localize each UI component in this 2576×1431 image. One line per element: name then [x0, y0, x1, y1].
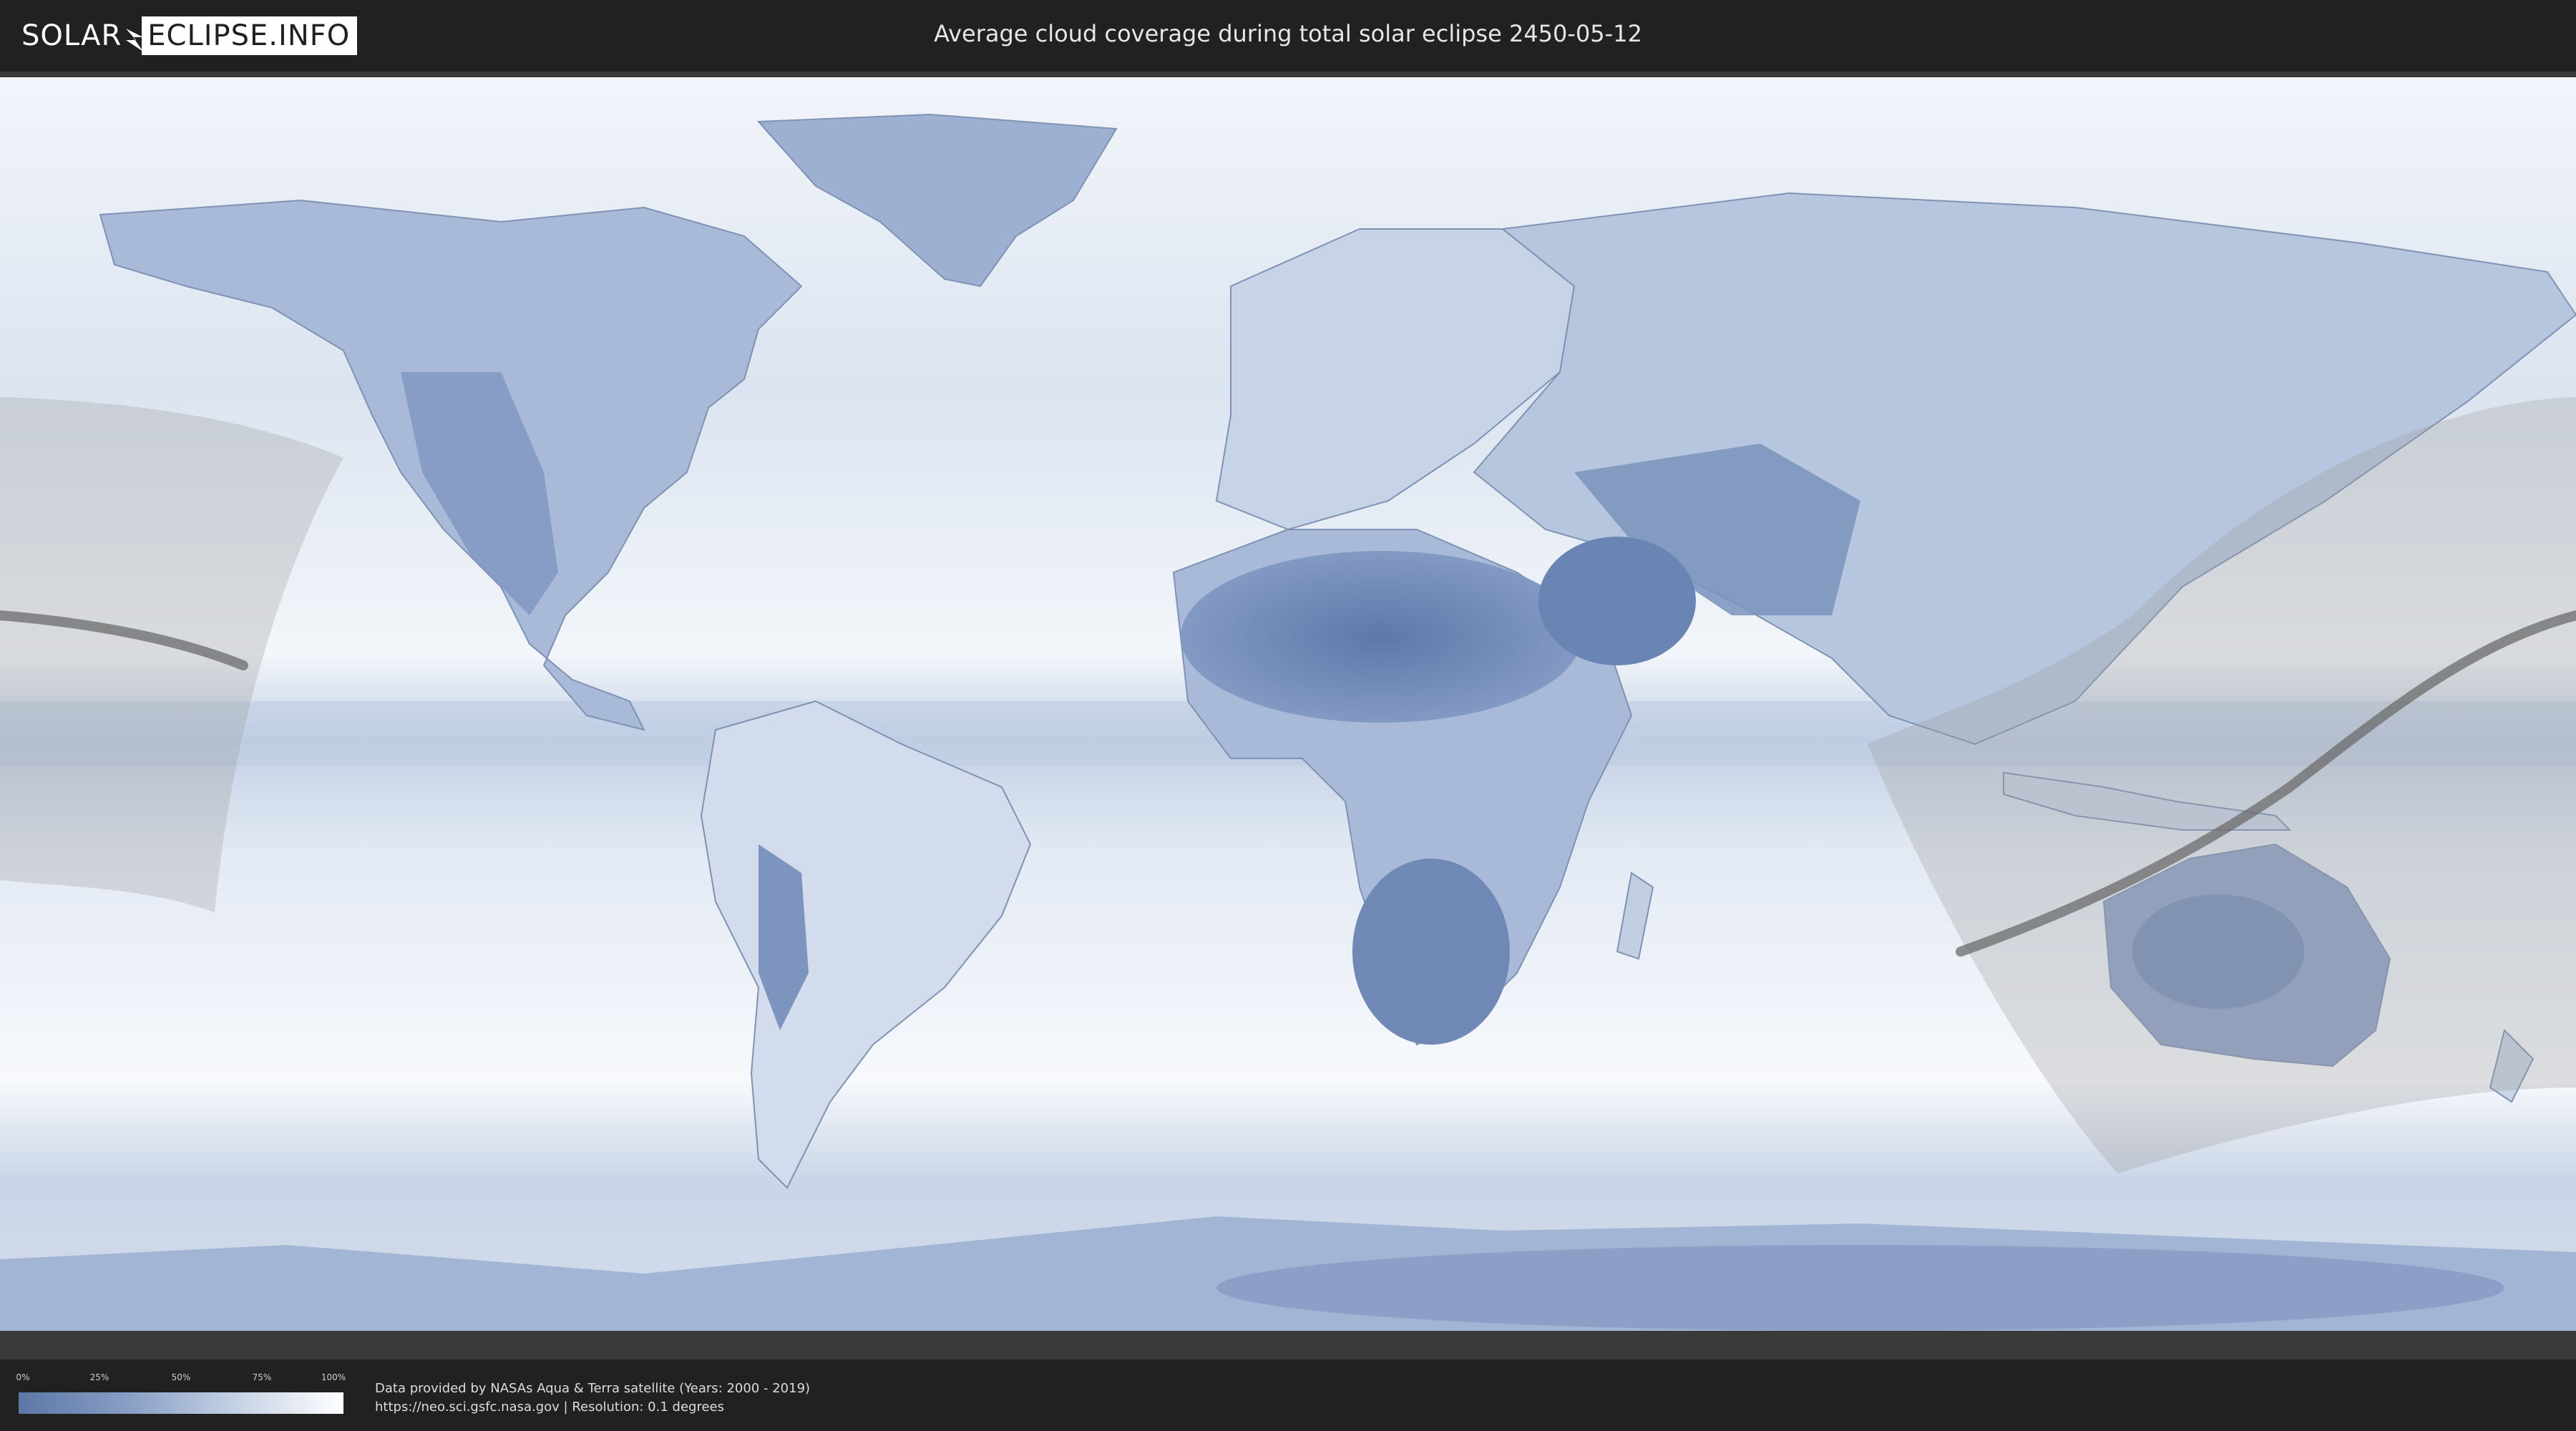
legend-tick-25: 25% [89, 1372, 109, 1382]
cloud-coverage-legend: 0% 25% 50% 75% 100% [16, 1372, 346, 1417]
antarctica-plateau [1216, 1245, 2504, 1331]
credits-line-1: Data provided by NASAs Aqua & Terra sate… [375, 1381, 811, 1396]
arabia-dry [1538, 537, 1696, 665]
footer-bar: 0% 25% 50% 75% 100% Data provided by NAS… [0, 1359, 2576, 1431]
credits-line-2[interactable]: https://neo.sci.gsfc.nasa.gov | Resoluti… [375, 1398, 810, 1417]
data-credits: Data provided by NASAs Aqua & Terra sate… [375, 1379, 810, 1417]
header-bar: SOLAR ECLIPSE.INFO Average cloud coverag… [0, 0, 2576, 72]
sahara-dry [1181, 551, 1581, 723]
legend-tick-50: 50% [171, 1372, 191, 1382]
world-map [0, 77, 2576, 1359]
cloud-coverage-map[interactable] [0, 72, 2576, 1359]
legend-tick-0: 0% [16, 1372, 30, 1382]
legend-tick-75: 75% [252, 1372, 272, 1382]
legend-color-bar [19, 1392, 343, 1414]
kalahari-dry [1352, 859, 1510, 1045]
legend-tick-100: 100% [321, 1372, 346, 1382]
page-title: Average cloud coverage during total sola… [934, 20, 1642, 47]
map-bottom-edge [0, 1331, 2576, 1359]
